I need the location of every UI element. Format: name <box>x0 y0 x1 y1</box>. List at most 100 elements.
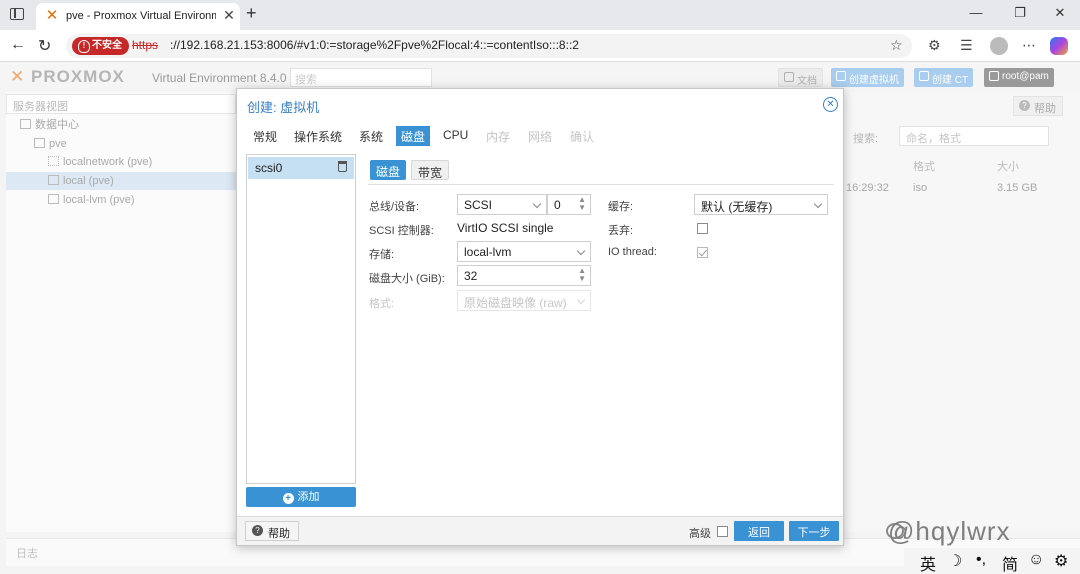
format-select[interactable]: 原始磁盘映像 (raw) <box>457 290 591 311</box>
profile-avatar[interactable] <box>990 37 1008 55</box>
user-menu-button[interactable]: root@pam <box>984 68 1054 87</box>
favorites-icon[interactable]: ☰ <box>960 37 973 54</box>
reload-icon[interactable]: ↻ <box>38 36 51 56</box>
plus-icon: + <box>282 493 294 504</box>
book-icon <box>784 72 794 82</box>
panel-search-label: 搜索: <box>853 133 879 145</box>
column-size[interactable]: 大小 <box>997 158 1019 174</box>
chevron-down-icon <box>532 199 542 209</box>
pve-search-input[interactable]: 搜索 <box>290 68 432 87</box>
panel-help-button[interactable]: 帮助 <box>1013 96 1063 116</box>
tab-cpu[interactable]: CPU <box>443 126 468 146</box>
tab-general[interactable]: 常规 <box>253 126 277 146</box>
discard-checkbox[interactable] <box>697 223 708 234</box>
chevron-down-icon <box>576 246 586 256</box>
create-vm-dialog: 创建: 虚拟机 ✕ 常规 操作系统 系统 磁盘 CPU 内存 网络 确认 scs… <box>236 88 844 546</box>
ime-lang-toggle[interactable]: 英 <box>920 551 936 574</box>
resource-tree: 服务器视图 数据中心 pve localnetwork (pve) local … <box>6 92 236 532</box>
bus-device-label: 总线/设备: <box>369 201 420 213</box>
tab-system[interactable]: 系统 <box>359 126 383 146</box>
tab-os[interactable]: 操作系统 <box>294 126 342 146</box>
content-panel: 帮助 搜索: 命名，格式 格式 大小 16:29:32 iso 3.15 GB <box>843 92 1080 532</box>
tab-network[interactable]: 网络 <box>528 126 552 146</box>
ime-toolbar: 英 ☽ •, 简 ☺ ⚙ <box>904 548 1080 574</box>
disk-list: scsi0 <box>246 154 356 484</box>
tree-item-datacenter[interactable]: 数据中心 <box>20 116 79 134</box>
chevron-down-icon <box>813 199 823 209</box>
proxmox-logo: ✕ PROXMOX <box>10 67 125 86</box>
cube-icon <box>919 71 929 81</box>
docs-button[interactable]: 文档 <box>778 68 823 87</box>
restore-icon[interactable]: ❐ <box>1010 5 1030 21</box>
advanced-checkbox[interactable] <box>717 526 728 537</box>
tab-title: pve - Proxmox Virtual Environment <box>66 10 216 22</box>
create-ct-button[interactable]: 创建 CT <box>914 68 974 87</box>
log-label[interactable]: 日志 <box>16 545 38 561</box>
row-format: iso <box>913 182 928 194</box>
help-button[interactable]: 帮助 <box>245 521 299 541</box>
row-size: 3.15 GB <box>997 182 1038 194</box>
storage-select[interactable]: local-lvm <box>457 241 591 262</box>
bus-select[interactable]: SCSI <box>457 194 547 215</box>
minimize-icon[interactable]: — <box>966 5 986 20</box>
disk-size-input[interactable]: 32 ▲ ▼ <box>457 265 591 286</box>
ime-punct-icon[interactable]: •, <box>976 551 986 569</box>
ime-settings-icon[interactable]: ⚙ <box>1054 551 1068 571</box>
column-format[interactable]: 格式 <box>913 158 935 174</box>
tab-memory[interactable]: 内存 <box>486 126 510 146</box>
close-tab-icon[interactable]: ✕ <box>221 7 237 24</box>
close-window-icon[interactable]: ✕ <box>1050 5 1070 21</box>
subtab-disk[interactable]: 磁盘 <box>370 160 407 180</box>
url-scheme: https <box>132 38 159 52</box>
more-icon[interactable]: ⋯ <box>1022 37 1036 54</box>
row-time: 16:29:32 <box>846 182 889 194</box>
tree-item-node[interactable]: pve <box>34 135 67 153</box>
subtab-bandwidth[interactable]: 带宽 <box>411 160 450 180</box>
dialog-title: 创建: 虚拟机 <box>247 100 320 115</box>
close-dialog-icon[interactable]: ✕ <box>823 97 838 112</box>
url-input[interactable]: 不安全 https ://192.168.21.153:8006/#v1:0:=… <box>66 34 912 58</box>
disk-size-label: 磁盘大小 (GiB): <box>369 273 445 285</box>
io-thread-checkbox[interactable] <box>697 247 708 258</box>
favorite-star-icon[interactable]: ☆ <box>890 37 903 54</box>
back-button[interactable]: 返回 <box>734 521 784 541</box>
tree-item-localnetwork[interactable]: localnetwork (pve) <box>48 153 152 171</box>
browser-tab[interactable]: ✕ pve - Proxmox Virtual Environment ✕ <box>36 3 240 30</box>
spinner-arrows-icon[interactable]: ▲ ▼ <box>578 196 586 212</box>
tab-confirm[interactable]: 确认 <box>570 126 594 146</box>
back-icon[interactable]: ← <box>10 36 26 54</box>
device-number-spinner[interactable]: 0 ▲ ▼ <box>547 194 591 215</box>
ime-simplified-toggle[interactable]: 简 <box>1002 551 1018 574</box>
proxmox-x-icon: ✕ <box>45 7 59 24</box>
panel-search-input[interactable]: 命名，格式 <box>899 126 1049 146</box>
disk-list-item[interactable]: scsi0 <box>248 157 354 179</box>
url-text: ://192.168.21.153:8006/#v1:0:=storage%2F… <box>170 38 579 52</box>
io-thread-label: IO thread: <box>608 246 657 258</box>
cache-select[interactable]: 默认 (无缓存) <box>694 194 828 215</box>
tab-disks[interactable]: 磁盘 <box>396 126 431 146</box>
address-bar: ← ↻ 不安全 https ://192.168.21.153:8006/#v1… <box>0 30 1080 62</box>
window-menu-icon[interactable] <box>10 8 24 20</box>
watermark: @hqylwrx <box>888 516 1011 546</box>
trash-icon[interactable] <box>338 161 347 172</box>
format-label: 格式: <box>369 298 395 310</box>
tree-item-local[interactable]: local (pve) <box>6 172 236 190</box>
create-vm-button[interactable]: 创建虚拟机 <box>831 68 904 87</box>
dialog-footer: 帮助 高级 返回 下一步 <box>237 516 843 545</box>
tree-item-local-lvm[interactable]: local-lvm (pve) <box>48 191 135 209</box>
spinner-arrows-icon[interactable]: ▲ ▼ <box>578 267 586 283</box>
extensions-icon[interactable]: ⚙ <box>928 37 941 54</box>
ime-emoji-icon[interactable]: ☺ <box>1028 551 1044 569</box>
ime-moon-icon[interactable]: ☽ <box>948 551 962 571</box>
new-tab-icon[interactable]: + <box>246 3 257 24</box>
add-disk-button[interactable]: + 添加 <box>246 487 356 507</box>
next-button[interactable]: 下一步 <box>789 521 839 541</box>
tree-view-select[interactable]: 服务器视图 <box>6 94 236 114</box>
storage-icon <box>48 194 59 204</box>
advanced-label: 高级 <box>689 528 711 540</box>
copilot-icon[interactable] <box>1050 37 1068 55</box>
chevron-down-icon <box>576 295 586 305</box>
discard-label: 丢弃: <box>608 225 634 237</box>
monitor-icon <box>836 71 846 81</box>
insecure-badge[interactable]: 不安全 <box>72 37 129 55</box>
